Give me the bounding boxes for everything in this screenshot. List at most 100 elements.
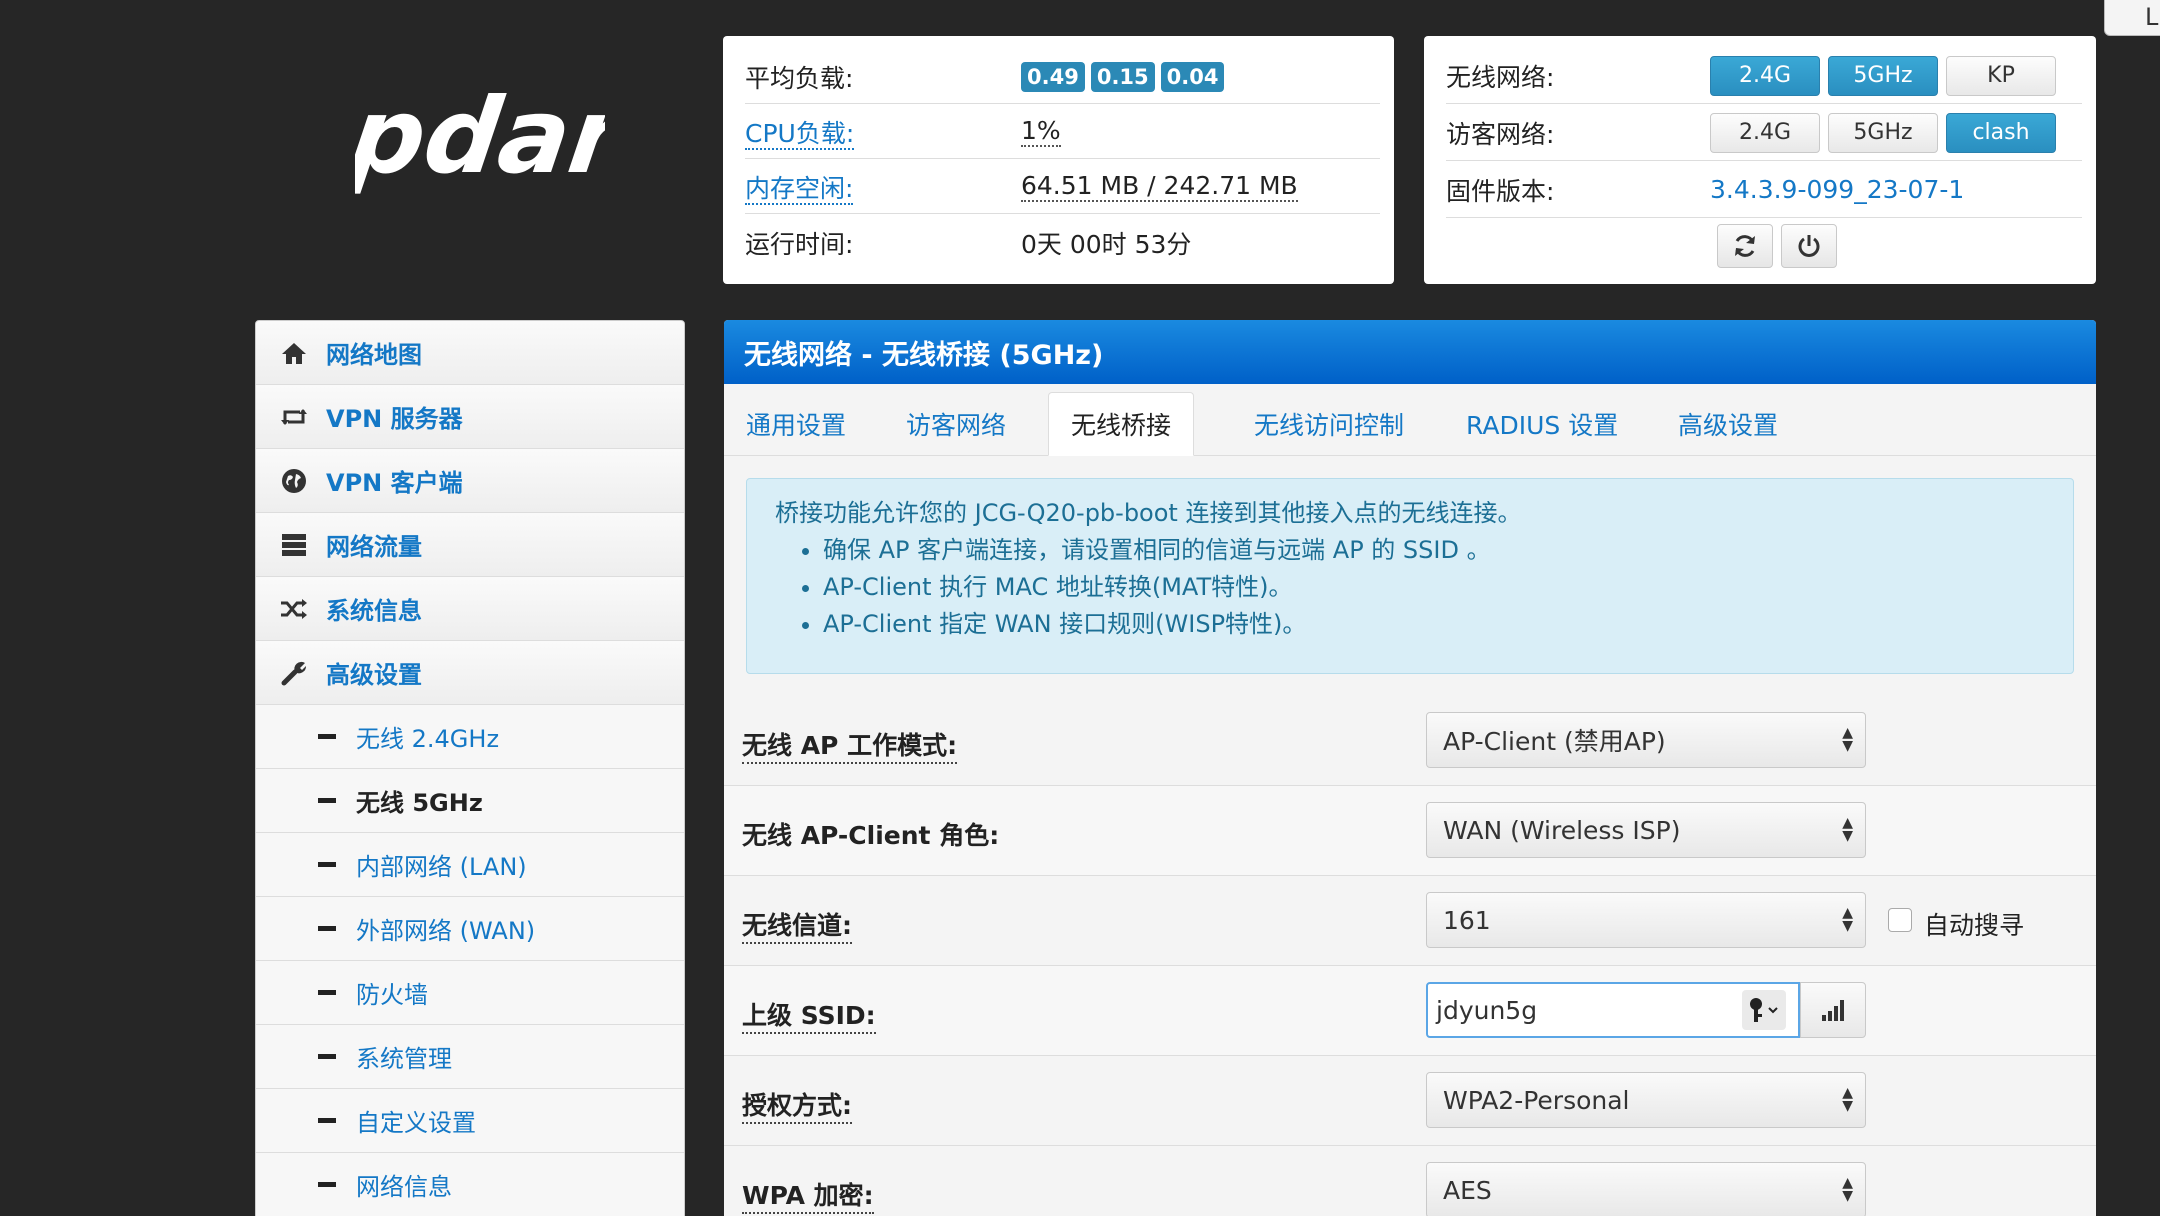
ssid-value: jdyun5g <box>1436 995 1538 1025</box>
wifi-24g-toggle[interactable]: 2.4G <box>1710 55 1820 96</box>
signal-bars-icon <box>1822 1000 1844 1021</box>
guest-24g-toggle[interactable]: 2.4G <box>1710 112 1820 153</box>
auth-label: 授权方式: <box>742 1086 852 1124</box>
memory-free-link[interactable]: 内存空闲: <box>745 173 854 205</box>
client-role-value: WAN (Wireless ISP) <box>1443 815 1681 845</box>
sidebar-item-system-info[interactable]: 系统信息 <box>256 577 684 641</box>
sidebar-item-label: VPN 客户端 <box>326 469 463 497</box>
power-button[interactable] <box>1781 224 1837 268</box>
cpu-load-link[interactable]: CPU负载: <box>745 118 855 150</box>
tab-guest[interactable]: 访客网络 <box>884 392 1028 456</box>
tab-radius[interactable]: RADIUS 设置 <box>1444 392 1640 456</box>
sidebar-subitem-lan[interactable]: 内部网络 (LAN) <box>256 833 684 897</box>
guest-network-row: 访客网络: 2.4G 5GHz clash <box>1446 105 2082 161</box>
sidebar-item-advanced[interactable]: 高级设置 <box>256 641 684 705</box>
tab-general[interactable]: 通用设置 <box>724 392 868 456</box>
sidebar-nav: 网络地图 VPN 服务器 VPN 客户端 网络流量 系统信息 高级设置 无线 2… <box>255 320 685 1216</box>
load-15min-badge: 0.04 <box>1160 62 1225 92</box>
sidebar-item-vpn-client[interactable]: VPN 客户端 <box>256 449 684 513</box>
wpa-encryption-row: WPA 加密: AES ▲ ▼ <box>724 1146 2096 1216</box>
sidebar-subitem-wireless-5g[interactable]: 无线 5GHz <box>256 769 684 833</box>
sidebar-item-traffic[interactable]: 网络流量 <box>256 513 684 577</box>
firmware-label: 固件版本: <box>1446 176 1555 206</box>
refresh-button[interactable] <box>1717 224 1773 268</box>
wpa-encryption-value: AES <box>1443 1175 1492 1205</box>
load-1min-badge: 0.49 <box>1021 62 1085 92</box>
wpa-encryption-label: WPA 加密: <box>742 1176 874 1214</box>
select-arrows-icon: ▲ ▼ <box>1842 1085 1853 1114</box>
auth-select[interactable]: WPA2-Personal ▲ ▼ <box>1426 1072 1866 1128</box>
select-arrows-icon: ▲ ▼ <box>1842 725 1853 754</box>
wireless-network-label: 无线网络: <box>1446 62 1555 92</box>
channel-row: 无线信道: 161 ▲ ▼ 自动搜寻 <box>724 876 2096 966</box>
tab-access-control[interactable]: 无线访问控制 <box>1232 392 1426 456</box>
dash-icon <box>318 862 336 867</box>
dash-icon <box>318 798 336 803</box>
power-icon <box>1798 235 1820 257</box>
uptime-label: 运行时间: <box>745 230 854 259</box>
sidebar-subitem-wan[interactable]: 外部网络 (WAN) <box>256 897 684 961</box>
key-icon <box>1750 998 1778 1022</box>
dash-icon <box>318 926 336 931</box>
main-panel: 无线网络 - 无线桥接 (5GHz) 通用设置 访客网络 无线桥接 无线访问控制… <box>724 320 2096 1216</box>
wpa-encryption-select[interactable]: AES ▲ ▼ <box>1426 1162 1866 1216</box>
wifi-5g-toggle[interactable]: 5GHz <box>1828 55 1938 96</box>
sidebar-subitem-label: 外部网络 (WAN) <box>356 917 536 945</box>
client-role-select[interactable]: WAN (Wireless ISP) ▲ ▼ <box>1426 802 1866 858</box>
load-average-label: 平均负载: <box>745 63 854 93</box>
logout-tab[interactable]: L <box>2104 0 2160 36</box>
wifi-kp-toggle[interactable]: KP <box>1946 55 2056 96</box>
sidebar-subitem-wireless-24g[interactable]: 无线 2.4GHz <box>256 705 684 769</box>
uptime-value: 0天 00时 53分 <box>1021 230 1192 259</box>
client-role-label: 无线 AP-Client 角色: <box>742 821 1000 850</box>
memory-free-row: 内存空闲: 64.51 MB / 242.71 MB <box>745 160 1380 214</box>
server-icon <box>274 533 314 557</box>
memory-free-value: 64.51 MB / 242.71 MB <box>1021 171 1298 202</box>
ap-mode-label: 无线 AP 工作模式: <box>742 726 958 764</box>
sidebar-item-network-map[interactable]: 网络地图 <box>256 321 684 385</box>
refresh-icon <box>1735 235 1755 257</box>
sidebar-subitem-label: 系统管理 <box>356 1045 452 1073</box>
sidebar-item-vpn-server[interactable]: VPN 服务器 <box>256 385 684 449</box>
dash-icon <box>318 1182 336 1187</box>
firmware-version-link[interactable]: 3.4.3.9-099_23-07-1 <box>1710 175 1964 204</box>
dash-icon <box>318 1118 336 1123</box>
sidebar-subitem-label: 网络信息 <box>356 1173 452 1201</box>
ap-mode-value: AP-Client (禁用AP) <box>1443 727 1666 756</box>
sidebar-subitem-label: 防火墙 <box>356 981 428 1009</box>
load-average-values: 0.49 0.15 0.04 <box>1021 61 1230 92</box>
channel-select[interactable]: 161 ▲ ▼ <box>1426 892 1866 948</box>
sidebar-subitem-network-info[interactable]: 网络信息 <box>256 1153 684 1216</box>
svg-text:pdan: pdan <box>355 75 605 196</box>
auto-scan-label: 自动搜寻 <box>1924 911 2025 940</box>
auto-scan-checkbox[interactable] <box>1888 908 1912 932</box>
load-average-row: 平均负载: 0.49 0.15 0.04 <box>745 50 1380 104</box>
sidebar-subitem-label: 无线 2.4GHz <box>356 725 500 753</box>
brand-logo: pdan <box>340 72 652 232</box>
sidebar-item-label: VPN 服务器 <box>326 405 463 433</box>
sidebar-subitem-firewall[interactable]: 防火墙 <box>256 961 684 1025</box>
guest-network-label: 访客网络: <box>1446 119 1555 149</box>
ap-mode-select[interactable]: AP-Client (禁用AP) ▲ ▼ <box>1426 712 1866 768</box>
shuffle-icon <box>274 598 314 620</box>
bridge-info-box: 桥接功能允许您的 JCG-Q20-pb-boot 连接到其他接入点的无线连接。 … <box>746 478 2074 674</box>
wifi-scan-button[interactable] <box>1800 982 1866 1038</box>
sidebar-item-label: 系统信息 <box>326 597 422 625</box>
firmware-row: 固件版本: 3.4.3.9-099_23-07-1 <box>1446 162 2082 218</box>
ssid-row: 上级 SSID: jdyun5g <box>724 966 2096 1056</box>
tab-bridge[interactable]: 无线桥接 <box>1048 392 1195 456</box>
wireless-network-row: 无线网络: 2.4G 5GHz KP <box>1446 48 2082 104</box>
tab-advanced[interactable]: 高级设置 <box>1656 392 1800 456</box>
sidebar-subitem-label: 自定义设置 <box>356 1109 476 1137</box>
key-dropdown-button[interactable] <box>1742 990 1786 1030</box>
info-bullet: AP-Client 执行 MAC 地址转换(MAT特性)。 <box>823 569 2045 606</box>
sidebar-subitem-custom[interactable]: 自定义设置 <box>256 1089 684 1153</box>
channel-label: 无线信道: <box>742 906 852 944</box>
ssid-input[interactable]: jdyun5g <box>1426 982 1800 1038</box>
select-arrows-icon: ▲ ▼ <box>1842 815 1853 844</box>
guest-5g-toggle[interactable]: 5GHz <box>1828 112 1938 153</box>
guest-clash-toggle[interactable]: clash <box>1946 112 2056 153</box>
channel-value: 161 <box>1443 905 1491 935</box>
system-status-panel: 平均负载: 0.49 0.15 0.04 CPU负载: 1% 内存空闲: 64.51… <box>723 36 1394 284</box>
sidebar-subitem-system-admin[interactable]: 系统管理 <box>256 1025 684 1089</box>
